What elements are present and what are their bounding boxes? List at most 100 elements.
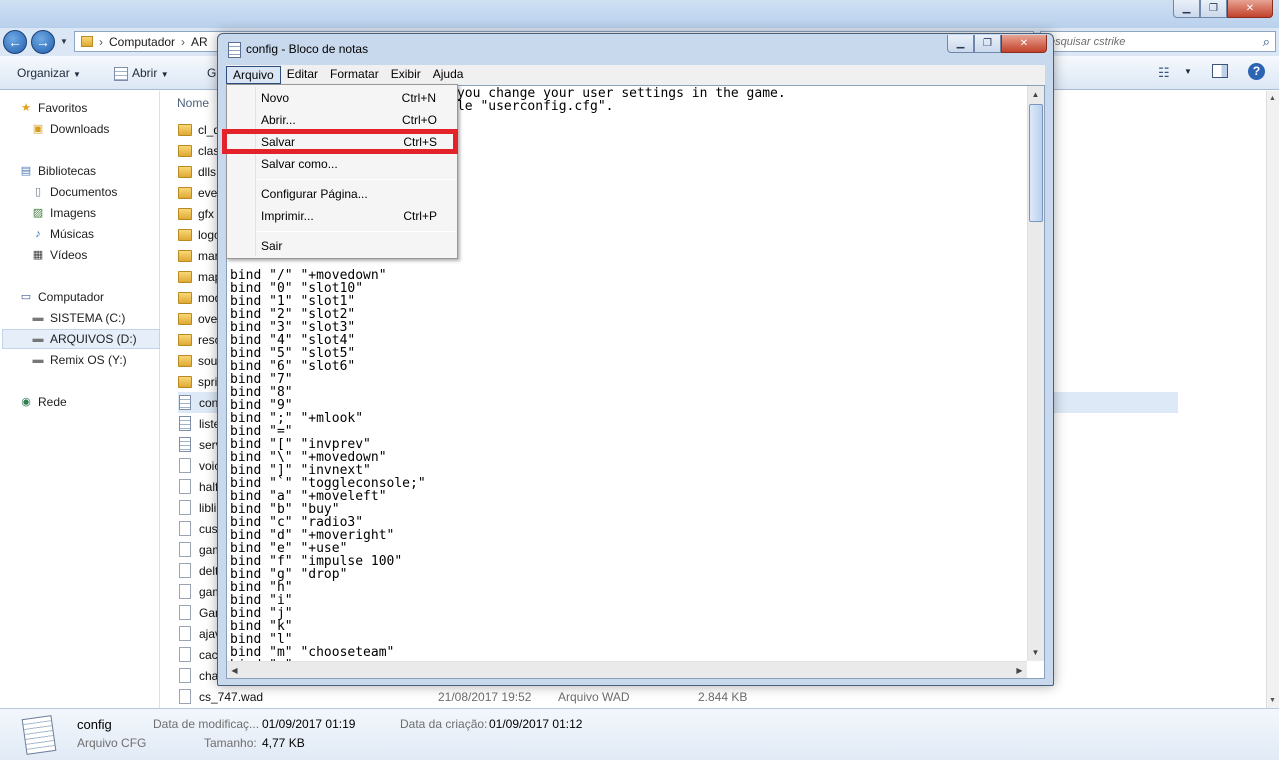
menu-item-imprimir[interactable]: Imprimir... Ctrl+P [227, 205, 457, 227]
nav-drive-d[interactable]: ▬ ARQUIVOS (D:) [2, 329, 160, 349]
nav-label: Vídeos [50, 248, 88, 262]
file-list-scrollbar[interactable]: ▲ ▼ [1266, 91, 1279, 708]
address-segment-drive[interactable]: AR [191, 35, 208, 49]
scroll-down-icon[interactable]: ▼ [1269, 697, 1276, 704]
star-icon: ★ [21, 102, 31, 114]
folder-icon [178, 228, 192, 241]
editor-horizontal-scrollbar[interactable]: ◀ ▶ [227, 661, 1027, 678]
details-pane: config Arquivo CFG Data de modificaç... … [0, 708, 1279, 760]
details-file-name: config [77, 717, 112, 732]
recent-pages-icon[interactable]: ▼ [60, 37, 68, 46]
file-name: spri [198, 374, 218, 389]
details-modified-label: Data de modificaç... [153, 717, 260, 731]
file-icon [179, 626, 191, 641]
chevron-down-icon[interactable]: ▼ [1184, 67, 1192, 76]
scroll-down-icon[interactable]: ▼ [1028, 645, 1043, 660]
file-name: libli [199, 500, 217, 515]
file-size: 2.844 KB [698, 689, 748, 704]
file-icon [179, 479, 191, 494]
organize-label: Organizar [17, 66, 70, 80]
details-size-value: 4,77 KB [262, 736, 305, 750]
nav-label: Documentos [50, 185, 118, 199]
menu-item-novo[interactable]: Novo Ctrl+N [227, 87, 457, 109]
menu-ajuda[interactable]: Ajuda [427, 66, 470, 84]
network-icon: ◉ [21, 396, 31, 408]
file-name: sou [198, 353, 218, 368]
menu-exibir[interactable]: Exibir [385, 66, 427, 84]
downloads-icon: ▣ [32, 123, 44, 135]
file-icon [179, 416, 191, 431]
file-name: con [199, 395, 219, 410]
folder-icon [178, 123, 192, 136]
forward-button[interactable]: → [31, 30, 55, 54]
file-name: ove [198, 311, 218, 326]
scroll-up-icon[interactable]: ▲ [1028, 87, 1043, 102]
help-icon[interactable]: ? [1248, 63, 1265, 80]
close-button[interactable]: ✕ [1001, 35, 1047, 53]
scroll-right-icon[interactable]: ▶ [1012, 663, 1027, 678]
search-placeholder: esquisar cstrike [1049, 35, 1126, 48]
open-button[interactable]: Abrir ▼ [114, 66, 169, 81]
libraries-icon: ▤ [20, 165, 32, 177]
chevron-down-icon: ▼ [73, 70, 81, 79]
file-icon [179, 584, 191, 599]
images-icon: ▨ [32, 207, 44, 219]
open-label: Abrir [132, 66, 158, 80]
scroll-thumb[interactable] [1029, 104, 1043, 222]
menu-formatar[interactable]: Formatar [324, 66, 385, 84]
navigation-pane: ★ Favoritos ▣ Downloads ▤ Bibliotecas ▯ Docu… [0, 91, 160, 708]
folder-icon [178, 165, 192, 178]
notepad-icon [228, 42, 241, 58]
preview-pane-icon[interactable] [1212, 64, 1228, 78]
file-menu-dropdown: Novo Ctrl+N Abrir... Ctrl+O Salvar Ctrl+S S… [226, 84, 458, 259]
nav-label: Bibliotecas [38, 164, 97, 178]
close-button[interactable]: ✕ [1227, 0, 1273, 18]
minimize-button[interactable]: ▁ [947, 35, 974, 53]
minimize-button[interactable]: ▁ [1173, 0, 1200, 18]
file-row[interactable]: cs_747.wad 21/08/2017 19:52 Arquivo WAD 2.8… [178, 686, 1178, 707]
view-options-icon[interactable]: ☷ [1158, 65, 1170, 81]
organize-button[interactable]: Organizar ▼ [17, 66, 81, 80]
nav-label: ARQUIVOS (D:) [50, 332, 137, 346]
back-button[interactable]: ← [3, 30, 27, 54]
column-header-name[interactable]: Nome [177, 96, 209, 110]
drive-icon: ▬ [32, 333, 44, 345]
nav-label: Músicas [50, 227, 95, 241]
chevron-down-icon: ▼ [160, 70, 169, 79]
address-segment-computer[interactable]: Computador [109, 35, 175, 49]
scroll-up-icon[interactable]: ▲ [1269, 95, 1276, 102]
nav-libraries[interactable]: ▤ Bibliotecas [18, 161, 176, 181]
maximize-button[interactable]: ❐ [1200, 0, 1227, 18]
menu-item-sair[interactable]: Sair [227, 235, 457, 257]
file-name: delt [199, 563, 219, 578]
menu-item-salvar-como[interactable]: Salvar como... [227, 153, 457, 175]
file-name: mar [198, 248, 219, 263]
menu-item-abrir[interactable]: Abrir... Ctrl+O [227, 109, 457, 131]
menu-editar[interactable]: Editar [281, 66, 324, 84]
folder-icon [178, 291, 192, 304]
nav-network[interactable]: ◉ Rede [18, 392, 176, 412]
file-icon [179, 395, 191, 410]
nav-favorites[interactable]: ★ Favoritos [18, 98, 176, 118]
nav-computer[interactable]: ▭ Computador [18, 287, 176, 307]
file-name: dlls [198, 164, 217, 179]
file-icon [179, 689, 191, 704]
file-icon [179, 542, 191, 557]
drive-icon: ▬ [32, 312, 44, 324]
folder-icon [178, 375, 192, 388]
search-icon[interactable]: ⌕ [1263, 34, 1270, 50]
menu-separator [257, 231, 455, 232]
folder-icon [81, 36, 93, 47]
editor-vertical-scrollbar[interactable]: ▲ ▼ [1027, 86, 1044, 661]
menu-item-configurar-pagina[interactable]: Configurar Página... [227, 183, 457, 205]
music-icon: ♪ [35, 228, 41, 240]
file-icon [179, 605, 191, 620]
search-input[interactable]: esquisar cstrike ⌕ [1040, 31, 1276, 52]
menu-arquivo[interactable]: Arquivo [226, 66, 281, 84]
maximize-button[interactable]: ❐ [974, 35, 1001, 53]
menu-item-shortcut: Ctrl+P [403, 209, 437, 223]
menu-item-label: Salvar como... [261, 157, 338, 171]
scroll-left-icon[interactable]: ◀ [227, 663, 242, 678]
file-icon [21, 715, 57, 755]
menu-separator [257, 179, 455, 180]
